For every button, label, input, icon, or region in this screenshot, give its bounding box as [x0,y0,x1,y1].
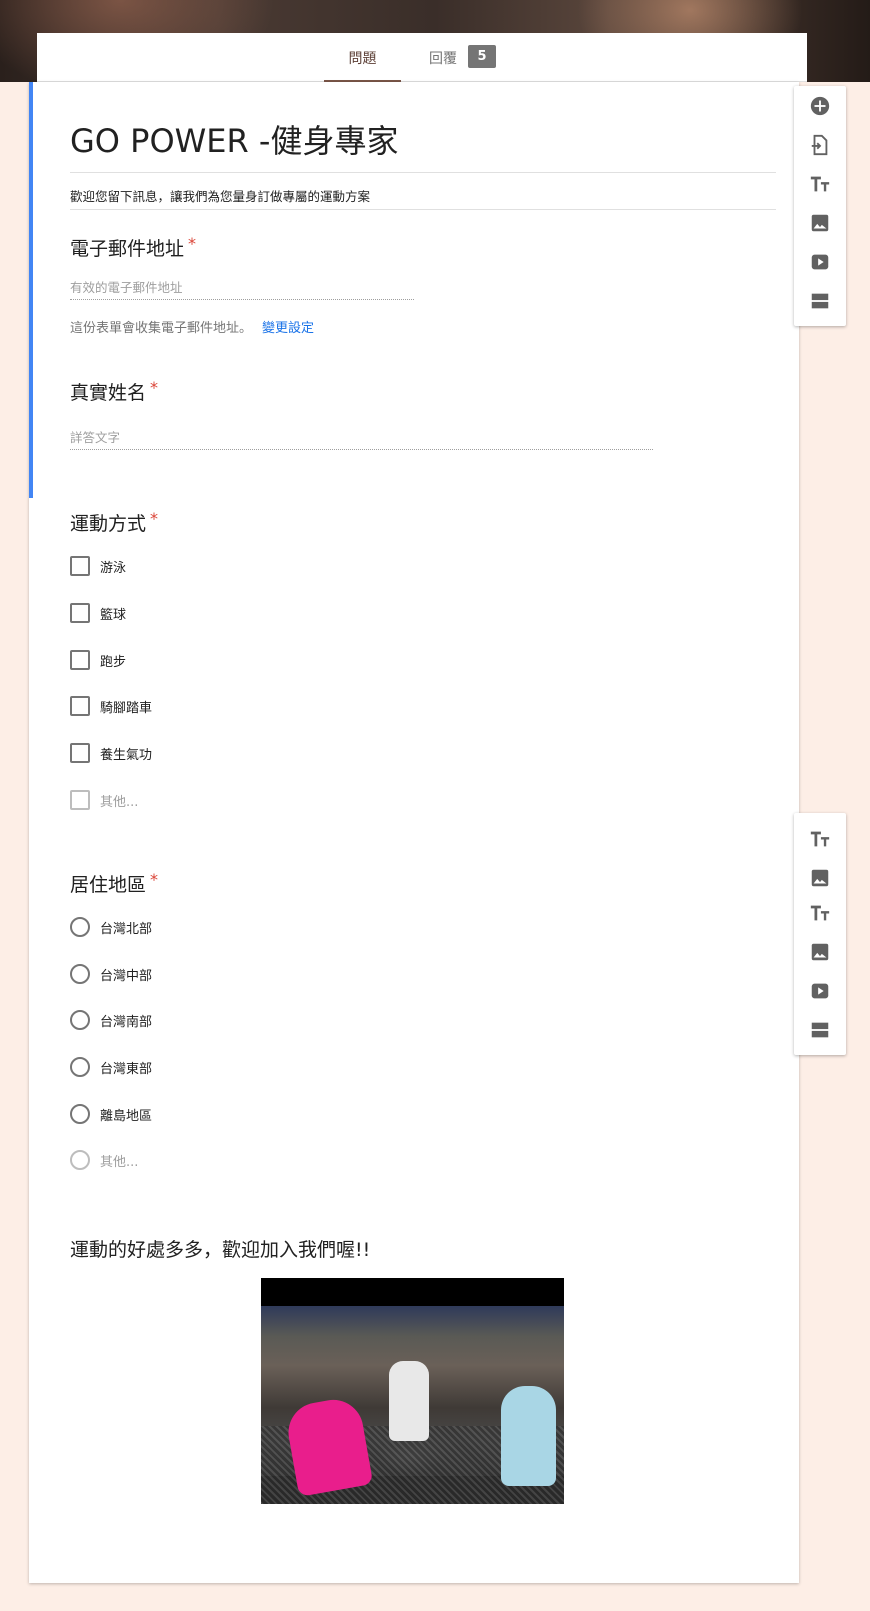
add-video-icon[interactable] [808,250,832,274]
radio-button[interactable] [70,964,90,984]
question-toolbar [794,86,846,326]
checkbox[interactable] [70,650,90,670]
option-label: 騎腳踏車 [100,700,153,716]
radio-button[interactable] [70,1104,90,1124]
form-description[interactable]: 歡迎您留下訊息，讓我們為您量身訂做專屬的運動方案 [70,186,776,210]
email-field[interactable]: 有效的電子郵件地址 [70,277,414,300]
participant-figure-blue [501,1386,556,1486]
change-settings-link[interactable]: 變更設定 [262,321,314,336]
region-option[interactable]: 離島地區 [70,1104,152,1124]
exercise-option[interactable]: 籃球 [70,603,126,623]
required-asterisk: * [150,378,159,397]
add-video-icon[interactable] [808,979,832,1003]
region-question-label: 居住地區 [70,874,147,896]
add-image-icon[interactable] [808,940,832,964]
exercise-option[interactable]: 騎腳踏車 [70,696,152,716]
required-asterisk: * [150,870,159,889]
exercise-option[interactable]: 養生氣功 [70,743,152,763]
option-label: 離島地區 [100,1108,153,1124]
other-option-label: 其他... [100,1154,139,1170]
add-image-icon[interactable] [808,866,832,890]
checkbox[interactable] [70,790,90,810]
email-question-title: 電子郵件地址 * [70,234,196,261]
checkbox[interactable] [70,603,90,623]
region-option[interactable]: 台灣東部 [70,1057,152,1077]
option-label: 跑步 [100,654,127,670]
option-label: 台灣北部 [100,921,153,937]
name-answer-field[interactable]: 詳答文字 [70,427,653,450]
video-section-title: 運動的好處多多，歡迎加入我們喔!! [70,1239,371,1261]
region-question-title: 居住地區 * [70,870,158,897]
exercise-option[interactable]: 游泳 [70,556,126,576]
form-tab-bar: 問題 回覆 5 [37,33,807,83]
add-section-icon[interactable] [808,289,832,313]
radio-button[interactable] [70,1150,90,1170]
tab-responses[interactable]: 回覆 [413,33,473,82]
add-image-icon[interactable] [808,211,832,235]
participant-figure-pink [283,1395,374,1497]
add-section-icon[interactable] [808,1018,832,1042]
name-question-title: 真實姓名 * [70,378,158,405]
tab-questions[interactable]: 問題 [324,33,401,83]
add-question-icon[interactable] [808,94,832,118]
option-label: 籃球 [100,607,127,623]
checkbox[interactable] [70,556,90,576]
required-asterisk: * [150,509,159,528]
import-questions-icon[interactable] [808,133,832,157]
option-label: 台灣東部 [100,1061,153,1077]
exercise-option[interactable]: 跑步 [70,650,126,670]
radio-button[interactable] [70,917,90,937]
form-card: GO POWER -健身專家 歡迎您留下訊息，讓我們為您量身訂做專屬的運動方案 … [29,82,799,1583]
region-option[interactable]: 台灣北部 [70,917,152,937]
exercise-question-title: 運動方式 * [70,509,158,536]
instructor-figure [389,1361,429,1441]
responses-count-badge: 5 [468,45,496,68]
radio-button[interactable] [70,1057,90,1077]
video-scene [261,1306,564,1504]
name-question-label: 真實姓名 [70,382,147,404]
exercise-question-label: 運動方式 [70,513,147,535]
email-collection-note: 這份表單會收集電子郵件地址。 變更設定 [70,317,314,336]
add-title-icon[interactable] [808,901,832,925]
email-note-text: 這份表單會收集電子郵件地址。 [70,321,253,336]
region-option-other[interactable]: 其他... [70,1150,138,1170]
video-thumbnail[interactable] [261,1278,564,1504]
option-label: 台灣中部 [100,968,153,984]
add-title-icon[interactable] [808,827,832,851]
active-section-indicator [29,82,33,498]
exercise-option-other[interactable]: 其他... [70,790,138,810]
email-question-label: 電子郵件地址 [70,238,185,260]
form-title[interactable]: GO POWER -健身專家 [70,116,776,173]
other-option-label: 其他... [100,794,139,810]
region-option[interactable]: 台灣中部 [70,964,152,984]
option-label: 游泳 [100,560,127,576]
radio-button[interactable] [70,1010,90,1030]
section-toolbar [794,813,846,1055]
checkbox[interactable] [70,743,90,763]
checkbox[interactable] [70,696,90,716]
option-label: 養生氣功 [100,747,153,763]
option-label: 台灣南部 [100,1014,153,1030]
required-asterisk: * [188,234,197,253]
region-option[interactable]: 台灣南部 [70,1010,152,1030]
add-title-icon[interactable] [808,172,832,196]
